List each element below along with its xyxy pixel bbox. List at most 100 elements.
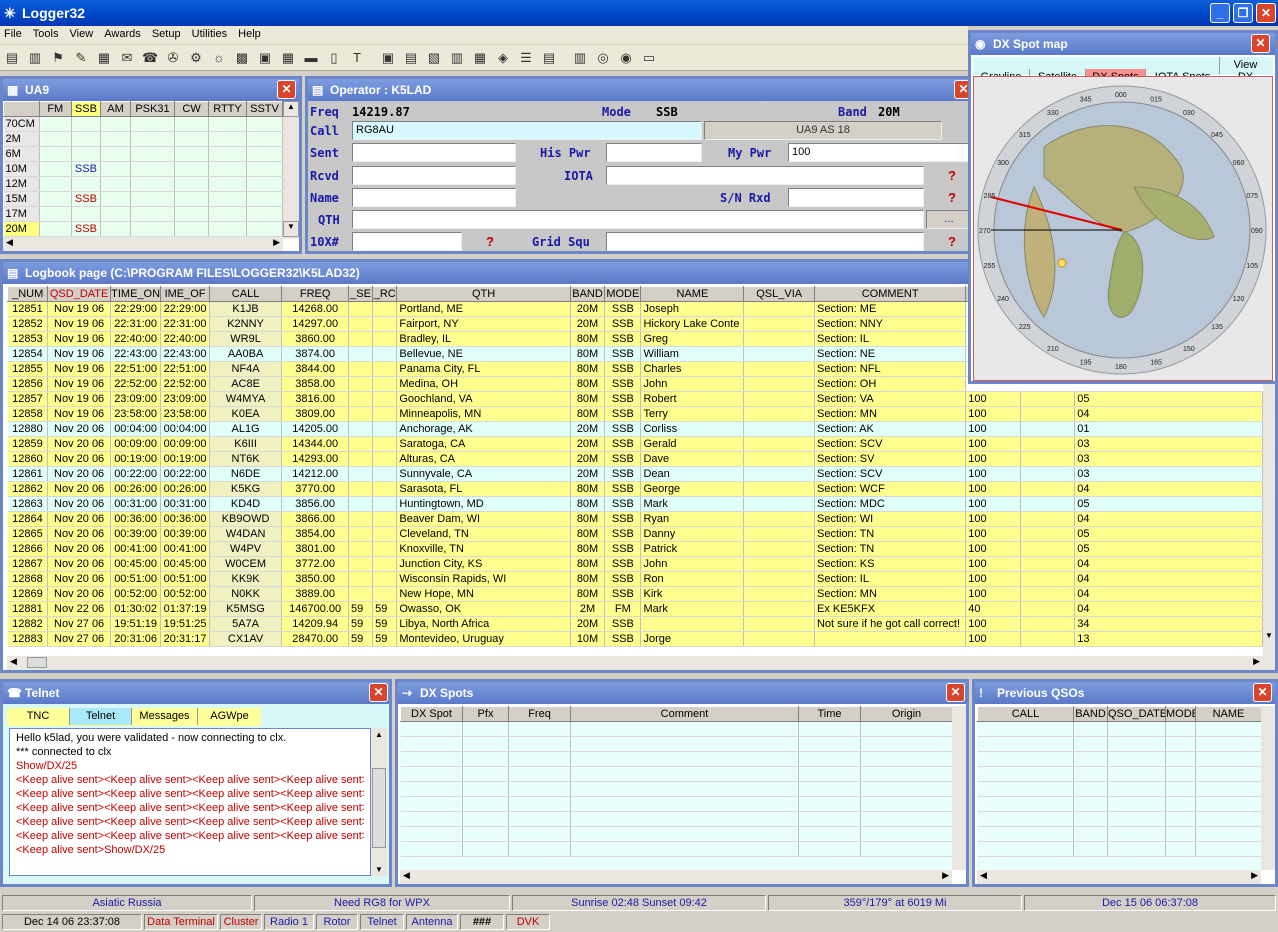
dx-spot-row[interactable] xyxy=(400,721,952,737)
dx-spots-col-header[interactable]: DX Spot xyxy=(400,706,463,722)
menu-setup[interactable]: Setup xyxy=(148,26,185,40)
ua9-cell[interactable] xyxy=(208,161,248,177)
table-row[interactable]: 12860 Nov 20 06 00:19:00 00:19:00 NT6K 14293.… xyxy=(7,451,1263,467)
file-icon[interactable]: ▤ xyxy=(541,50,557,66)
dx-spots-col-header[interactable]: Origin xyxy=(860,706,952,722)
ua9-cell[interactable] xyxy=(208,116,248,132)
table-row[interactable]: 12859 Nov 20 06 00:09:00 00:09:00 K6III 14344… xyxy=(7,436,1263,452)
previous-qso-row[interactable] xyxy=(977,826,1261,842)
table-row[interactable]: 12861 Nov 20 06 00:22:00 00:22:00 N6DE 14212.… xyxy=(7,466,1263,482)
dx-spots-col-header[interactable]: Comment xyxy=(570,706,799,722)
menu-file[interactable]: File xyxy=(0,26,26,40)
ua9-cell[interactable] xyxy=(208,176,248,192)
dx-spot-row[interactable] xyxy=(400,766,952,782)
previous-qso-row[interactable] xyxy=(977,721,1261,737)
logbook-hscrollbar[interactable]: ◀ ▶ xyxy=(7,656,1263,670)
phone-icon[interactable]: ☎ xyxy=(142,50,158,66)
dx-spots-col-header[interactable]: Pfx xyxy=(462,706,509,722)
map-icon[interactable]: ▥ xyxy=(449,50,465,66)
logbook-col-header[interactable]: COMMENT xyxy=(813,286,967,302)
sn-help-icon[interactable]: ? xyxy=(948,190,956,205)
dx-map-close-button[interactable]: ✕ xyxy=(1251,34,1270,53)
ua9-cell[interactable] xyxy=(246,131,283,147)
rcvd-field[interactable] xyxy=(352,166,516,185)
ua9-cell[interactable]: SSB xyxy=(71,161,102,177)
previous-qsos-col-header[interactable]: NAME xyxy=(1195,706,1261,722)
ua9-cell[interactable]: SSB xyxy=(71,221,102,237)
status-telnet[interactable]: Telnet xyxy=(360,914,404,930)
table-row[interactable]: 12881 Nov 22 06 01:30:02 01:37:19 K5MSG 14670… xyxy=(7,601,1263,617)
table-icon[interactable]: ▦ xyxy=(280,50,296,66)
ua9-cell[interactable] xyxy=(100,116,131,132)
previous-qso-row[interactable] xyxy=(977,751,1261,767)
previous-qso-row[interactable] xyxy=(977,736,1261,752)
previous-qsos-hscrollbar[interactable]: ◀ ▶ xyxy=(977,870,1261,884)
ua9-cell[interactable] xyxy=(39,161,72,177)
ua9-cell[interactable] xyxy=(246,161,283,177)
ua9-cell[interactable]: SSB xyxy=(71,191,102,207)
ua9-cell[interactable] xyxy=(100,176,131,192)
tools-icon[interactable]: ✇ xyxy=(165,50,181,66)
logbook-col-header[interactable]: NAME xyxy=(640,286,745,302)
menu-view[interactable]: View xyxy=(66,26,98,40)
ua9-cell[interactable] xyxy=(174,176,209,192)
ua9-cell[interactable] xyxy=(174,116,209,132)
previous-qsos-close-button[interactable]: ✕ xyxy=(1253,683,1272,702)
window-icon[interactable]: ▣ xyxy=(257,50,273,66)
close-button[interactable]: ✕ xyxy=(1256,3,1276,23)
table-row[interactable]: 12864 Nov 20 06 00:36:00 00:36:00 KB9OWD 3866… xyxy=(7,511,1263,527)
ua9-cell[interactable] xyxy=(130,146,176,162)
ua9-cell[interactable] xyxy=(71,146,102,162)
tenx-help-icon[interactable]: ? xyxy=(486,234,494,249)
status-data-terminal[interactable]: Data Terminal xyxy=(144,914,218,930)
find-icon[interactable]: ⚑ xyxy=(50,50,66,66)
ua9-cell[interactable] xyxy=(130,206,176,222)
telnet-vscrollbar[interactable]: ▲ ▼ xyxy=(371,728,387,876)
iota-field[interactable] xyxy=(606,166,924,185)
panel-icon[interactable]: ▯ xyxy=(326,50,342,66)
clock-icon[interactable]: ◎ xyxy=(595,50,611,66)
telnet-output[interactable]: Hello k5lad, you were validated - now co… xyxy=(9,728,371,876)
ua9-cell[interactable] xyxy=(246,146,283,162)
ua9-cell[interactable] xyxy=(246,176,283,192)
table-row[interactable]: 12869 Nov 20 06 00:52:00 00:52:00 N0KK 3889.0… xyxy=(7,586,1263,602)
previous-qsos-col-header[interactable]: MODE xyxy=(1165,706,1196,722)
logbook-col-header[interactable]: _RC xyxy=(372,286,398,302)
grid-icon[interactable]: ▩ xyxy=(234,50,250,66)
table-row[interactable]: 12883 Nov 27 06 20:31:06 20:31:17 CX1AV 28470… xyxy=(7,631,1263,647)
mail-icon[interactable]: ✉ xyxy=(119,50,135,66)
ua9-hscrollbar[interactable]: ◀ ▶ xyxy=(3,237,283,251)
tab-tnc[interactable]: TNC xyxy=(7,708,69,725)
iota-help-icon[interactable]: ? xyxy=(948,168,956,183)
previous-qso-row[interactable] xyxy=(977,796,1261,812)
log-icon[interactable]: ▤ xyxy=(403,50,419,66)
table-row[interactable]: 12863 Nov 20 06 00:31:00 00:31:00 KD4D 3856.0… xyxy=(7,496,1263,512)
previous-qso-row[interactable] xyxy=(977,811,1261,827)
ua9-cell[interactable] xyxy=(100,161,131,177)
sun-icon[interactable]: ☼ xyxy=(211,50,227,66)
ua9-cell[interactable] xyxy=(174,146,209,162)
ua9-cell[interactable] xyxy=(174,206,209,222)
ua9-cell[interactable] xyxy=(246,116,283,132)
ua9-cell[interactable] xyxy=(71,131,102,147)
dx-spot-row[interactable] xyxy=(400,751,952,767)
table-row[interactable]: 12862 Nov 20 06 00:26:00 00:26:00 K5KG 3770.0… xyxy=(7,481,1263,497)
call-field[interactable]: RG8AU xyxy=(352,121,702,140)
menu-help[interactable]: Help xyxy=(234,26,265,40)
ua9-cell[interactable] xyxy=(39,191,72,207)
qth-browse-button[interactable]: ... xyxy=(926,210,972,229)
logbook-col-header[interactable]: TIME_ON xyxy=(109,286,162,302)
telnet-close-button[interactable]: ✕ xyxy=(369,683,388,702)
ua9-cell[interactable] xyxy=(39,206,72,222)
previous-qsos-col-header[interactable]: CALL xyxy=(977,706,1074,722)
table-row[interactable]: 12857 Nov 19 06 23:09:00 23:09:00 W4MYA 3816.… xyxy=(7,391,1263,407)
ua9-cell[interactable] xyxy=(39,116,72,132)
ua9-cell[interactable] xyxy=(130,131,176,147)
chart-icon[interactable]: ▧ xyxy=(426,50,442,66)
ua9-cell[interactable] xyxy=(174,131,209,147)
spot-icon[interactable]: ▦ xyxy=(472,50,488,66)
table-row[interactable]: 12867 Nov 20 06 00:45:00 00:45:00 W0CEM 3772.… xyxy=(7,556,1263,572)
ua9-cell[interactable] xyxy=(208,131,248,147)
logbook-col-header[interactable]: CALL xyxy=(208,286,283,302)
edit-icon[interactable]: ✎ xyxy=(73,50,89,66)
